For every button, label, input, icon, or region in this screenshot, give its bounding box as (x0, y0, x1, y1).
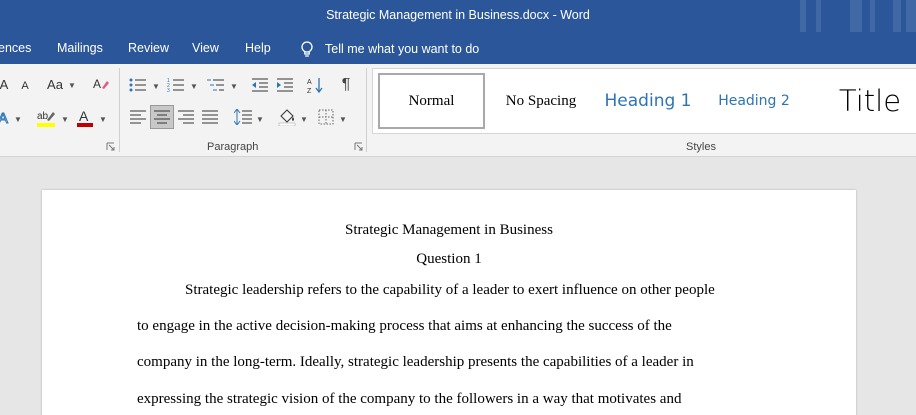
svg-text:A: A (0, 110, 8, 127)
increase-indent-icon (277, 78, 293, 92)
style-heading-1[interactable]: Heading 1 (599, 73, 697, 129)
tell-me-text: Tell me what you want to do (325, 42, 480, 56)
svg-text:A: A (307, 79, 312, 86)
show-formatting-button[interactable]: ¶ (336, 75, 356, 95)
change-case-label: Aa (47, 76, 63, 92)
increase-indent-button[interactable] (275, 75, 295, 95)
borders-button[interactable] (316, 107, 336, 127)
grow-font-button[interactable]: A (0, 74, 10, 94)
text-effects-icon: A (0, 110, 9, 128)
decrease-indent-button[interactable] (250, 75, 270, 95)
paragraph-line: expressing the strategic vision of the c… (137, 391, 682, 407)
document-title: Strategic Management in Business (345, 222, 553, 238)
chevron-down-icon: ▼ (152, 82, 160, 91)
align-right-icon (178, 110, 194, 124)
bullet-list-icon (129, 78, 146, 92)
chevron-down-icon: ▼ (339, 115, 347, 124)
svg-text:3: 3 (167, 88, 170, 93)
document-subtitle: Question 1 (416, 251, 482, 267)
borders-icon (318, 109, 334, 125)
group-separator (366, 68, 367, 152)
bullets-button[interactable] (128, 75, 148, 95)
line-spacing-icon (234, 109, 252, 125)
chevron-down-icon: ▼ (99, 115, 107, 124)
style-title[interactable]: Title (825, 73, 915, 129)
chevron-down-icon: ▼ (14, 115, 22, 124)
ribbon: A A Aa ▼ A A ▼ ab ▼ A ▼ ▼ 1 2 3 ▼ ▼ A Z … (0, 64, 916, 157)
align-center-icon (154, 110, 170, 124)
font-color-icon: A (77, 108, 93, 127)
multilevel-list-button[interactable] (206, 75, 226, 95)
line-spacing-button[interactable] (232, 107, 254, 127)
shrink-font-button[interactable]: A (17, 76, 33, 96)
numbered-list-icon: 1 2 3 (167, 78, 184, 93)
tab-references[interactable]: ences (0, 41, 31, 55)
styles-gallery: Normal No Spacing Heading 1 Heading 2 Ti… (372, 68, 916, 134)
chevron-down-icon: ▼ (300, 115, 308, 124)
change-case-button[interactable]: Aa (44, 74, 66, 94)
numbering-button[interactable]: 1 2 3 (166, 75, 186, 95)
shading-button[interactable] (276, 107, 298, 127)
decrease-indent-icon (252, 78, 268, 92)
highlight-color-button[interactable]: ab (34, 107, 58, 129)
group-separator (119, 68, 120, 152)
styles-group-label: Styles (686, 141, 716, 153)
text-effects-button[interactable]: A (0, 107, 13, 129)
style-heading-2[interactable]: Heading 2 (709, 73, 799, 129)
paragraph-line: Strategic leadership refers to the capab… (185, 282, 715, 298)
tab-review[interactable]: Review (128, 41, 169, 55)
grow-font-label: A (0, 76, 9, 92)
chevron-down-icon: ▼ (256, 115, 264, 124)
tab-mailings[interactable]: Mailings (57, 41, 103, 55)
paragraph-dialog-launcher-icon[interactable] (354, 142, 363, 151)
eraser-icon: A (93, 77, 109, 91)
svg-text:Z: Z (307, 88, 312, 94)
title-bar: Strategic Management in Business.docx - … (0, 0, 916, 62)
font-color-button[interactable]: A (74, 107, 96, 129)
multilevel-list-icon (207, 79, 224, 91)
clear-formatting-button[interactable]: A (90, 74, 112, 94)
tell-me-box[interactable]: Tell me what you want to do (298, 40, 479, 58)
document-page[interactable]: Strategic Management in Business Questio… (42, 190, 856, 415)
paragraph-line: company in the long-term. Ideally, strat… (137, 354, 694, 370)
align-left-button[interactable] (128, 107, 148, 127)
ribbon-tab-row: ences Mailings Review View Help Tell me … (0, 32, 916, 64)
style-no-spacing[interactable]: No Spacing (491, 73, 591, 129)
window-title: Strategic Management in Business.docx - … (326, 8, 590, 22)
chevron-down-icon: ▼ (190, 82, 198, 91)
shrink-font-label: A (21, 80, 29, 92)
sort-icon: A Z (307, 78, 323, 94)
tab-help[interactable]: Help (245, 41, 271, 55)
font-dialog-launcher-icon[interactable] (106, 142, 115, 151)
style-normal[interactable]: Normal (378, 73, 485, 129)
highlighter-icon: ab (37, 111, 55, 127)
sort-button[interactable]: A Z (305, 75, 325, 95)
chevron-down-icon: ▼ (68, 81, 76, 90)
chevron-down-icon: ▼ (230, 82, 238, 91)
justify-button[interactable] (200, 107, 220, 127)
paint-bucket-icon (278, 109, 296, 126)
svg-text:A: A (79, 108, 89, 124)
tab-view[interactable]: View (192, 41, 219, 55)
svg-text:ab: ab (37, 111, 49, 122)
justify-icon (202, 110, 218, 124)
pilcrow-icon: ¶ (341, 76, 351, 93)
align-right-button[interactable] (176, 107, 196, 127)
align-left-icon (130, 110, 146, 124)
align-center-button[interactable] (150, 105, 174, 129)
paragraph-group-label: Paragraph (207, 141, 259, 153)
chevron-down-icon: ▼ (61, 115, 69, 124)
lightbulb-icon (301, 41, 313, 57)
paragraph-line: to engage in the active decision-making … (137, 318, 672, 334)
svg-text:A: A (93, 77, 101, 91)
